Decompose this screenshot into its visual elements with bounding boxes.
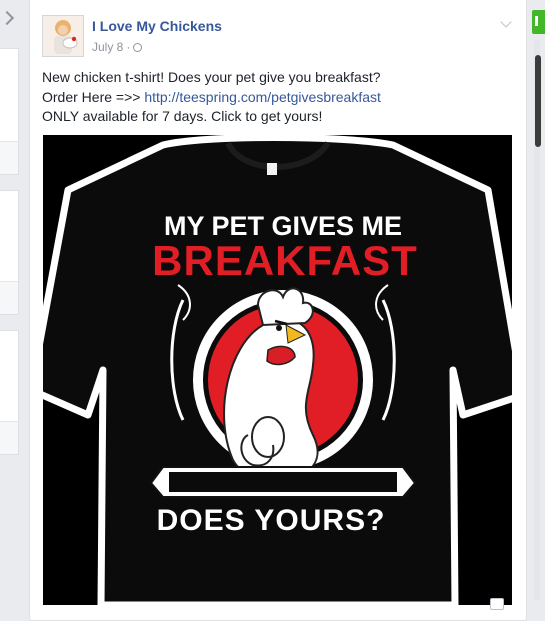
page-avatar[interactable] — [42, 15, 84, 57]
post-link[interactable]: http://teespring.com/petgivesbreakfast — [144, 89, 381, 105]
page-name-link[interactable]: I Love My Chickens — [92, 18, 222, 34]
post-meta: July 8 · — [92, 40, 143, 54]
left-column — [0, 0, 22, 613]
post-date[interactable]: July 8 — [92, 40, 123, 54]
post-text-line: Order Here =>> http://teespring.com/petg… — [42, 88, 512, 108]
post-text-line: New chicken t-shirt! Does your pet give … — [42, 69, 381, 85]
left-card — [0, 48, 19, 175]
svg-text:★: ★ — [193, 382, 202, 393]
chevron-right-icon[interactable] — [0, 10, 15, 26]
svg-text:★: ★ — [365, 382, 374, 393]
shirt-text-line2: BREAKFAST — [152, 237, 418, 284]
feed-post: I Love My Chickens July 8 · New chicken … — [29, 0, 527, 621]
scrollbar-thumb[interactable] — [535, 55, 541, 147]
post-photo[interactable]: MY PET GIVES ME BREAKFAST ★ ★ DOES YOURS… — [43, 135, 512, 605]
chevron-down-icon[interactable] — [500, 16, 512, 28]
shirt-text-line3: DOES YOURS? — [157, 504, 386, 537]
post-text-line: ONLY available for 7 days. Click to get … — [42, 108, 323, 124]
globe-icon[interactable] — [133, 42, 143, 52]
left-card — [0, 190, 19, 315]
post-message: New chicken t-shirt! Does your pet give … — [42, 68, 512, 127]
left-card — [0, 330, 19, 455]
photo-option-icon[interactable] — [490, 598, 504, 610]
post-text-prefix: Order Here =>> — [42, 88, 145, 105]
action-button[interactable] — [532, 10, 545, 34]
meta-separator: · — [126, 40, 131, 54]
